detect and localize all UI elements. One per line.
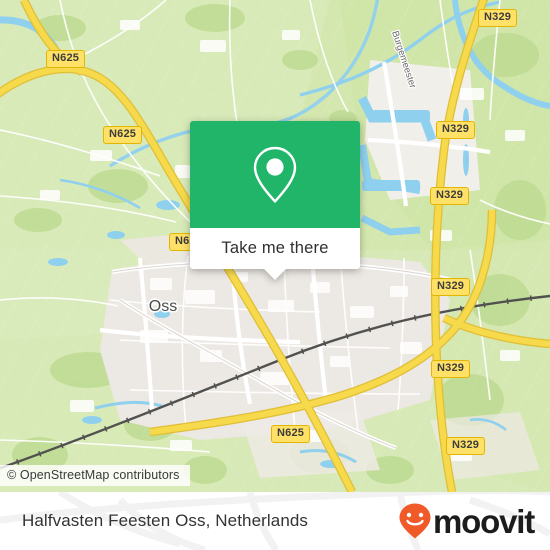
map-city-label: Oss (149, 298, 177, 315)
road-shield: N625 (271, 425, 311, 443)
road-shield: N329 (446, 437, 486, 455)
road-shield: N329 (436, 121, 476, 139)
osm-attribution[interactable]: © OpenStreetMap contributors (0, 465, 190, 486)
page-title: Halfvasten Feesten Oss, Netherlands (22, 511, 309, 530)
moovit-map-page: Oss Burgemeester N625 N625 N625 N625 N329 N32… (0, 0, 550, 550)
callout-action-area[interactable]: Take me there (190, 228, 360, 280)
map-pin-icon (253, 146, 297, 203)
road-shield: N329 (478, 9, 518, 27)
road-shield: N329 (430, 187, 470, 205)
moovit-wordmark: moovit (433, 502, 535, 540)
road-shield: N625 (103, 126, 143, 144)
moovit-pin-icon (399, 503, 431, 539)
callout-tail (264, 269, 286, 280)
road-shield: N329 (431, 278, 471, 296)
road-shield: N329 (431, 360, 471, 378)
take-me-there-callout[interactable]: Take me there (190, 121, 360, 280)
callout-image-area (190, 121, 360, 228)
take-me-there-label: Take me there (221, 239, 329, 257)
moovit-logo[interactable]: moovit (398, 502, 535, 540)
road-shield: N625 (46, 50, 86, 68)
footer-bar: Halfvasten Feesten Oss, Netherlands moov… (0, 492, 550, 550)
